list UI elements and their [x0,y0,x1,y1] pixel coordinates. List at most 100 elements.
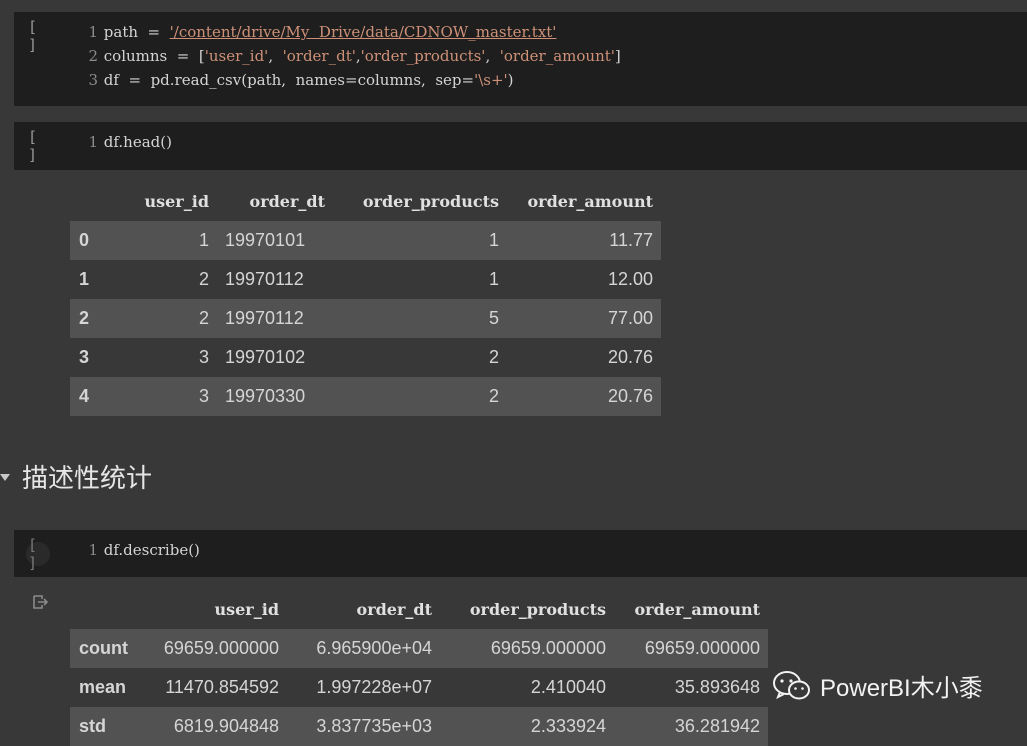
code-token: ] [614,47,621,65]
table-cell: 20.76 [507,377,661,416]
run-cell-button[interactable]: [ ] [28,128,50,164]
line-number: 1 [88,23,98,41]
table-cell: 69659.000000 [614,629,768,668]
code-line: 1 path = '/content/drive/My Drive/data/C… [84,20,621,44]
code-line: 2 columns = ['user_id', 'order_dt','orde… [84,44,621,68]
string-literal: 'order_products' [360,47,486,65]
line-number: 3 [88,71,98,89]
table-cell: 19970112 [217,299,333,338]
code-token: df = pd.read_csv(path, names=columns, se… [103,71,475,89]
table-cell: 2.410040 [440,668,614,707]
code-line: 3 df = pd.read_csv(path, names=columns, … [84,68,621,92]
table-cell: 6.965900e+04 [287,629,440,668]
row-index: count [70,629,146,668]
table-cell: 12.00 [507,260,661,299]
table-cell: 6819.904848 [146,707,287,746]
table-cell: 11.77 [507,221,661,260]
column-header: order_dt [356,599,432,619]
table-cell: 1 [333,221,507,260]
table-cell: 20.76 [507,338,661,377]
table-cell: 2 [333,338,507,377]
row-index: 0 [70,221,108,260]
line-number: 1 [88,541,98,559]
code-token: ) [507,71,514,89]
string-literal: 'user_id' [204,47,269,65]
table-row: 2 2 19970112 5 77.00 [70,299,661,338]
table-cell: 3 [108,377,217,416]
table-cell: 5 [333,299,507,338]
string-literal: 'order_amount' [499,47,615,65]
row-index: mean [70,668,146,707]
column-header [70,181,108,221]
table-cell: 2 [108,260,217,299]
code-token: columns = [ [103,47,205,65]
watermark: PowerBI木小黍 [772,668,983,703]
table-cell: 35.893648 [614,668,768,707]
table-cell: 11470.854592 [146,668,287,707]
dataframe-output: user_id order_dt order_products order_amoun… [70,181,661,416]
table-cell: 69659.000000 [440,629,614,668]
row-index: 1 [70,260,108,299]
table-cell: 3.837735e+03 [287,707,440,746]
row-index: 3 [70,338,108,377]
table-row: 0 1 19970101 1 11.77 [70,221,661,260]
column-header: order_products [469,599,606,619]
table-cell: 36.281942 [614,707,768,746]
code-editor[interactable]: 1 df.describe() [84,538,200,562]
watermark-text: PowerBI木小黍 [820,675,983,702]
code-editor[interactable]: 1 df.head() [84,130,172,154]
table-row: std 6819.904848 3.837735e+03 2.333924 36.281… [70,707,768,746]
table-cell: 19970112 [217,260,333,299]
string-literal: 'order_dt' [282,47,356,65]
table-cell: 19970101 [217,221,333,260]
code-line: df.describe() [103,541,200,559]
run-cell-button[interactable]: [ ] [28,18,50,54]
table-row: 3 3 19970102 2 20.76 [70,338,661,377]
column-header: user_id [144,191,209,211]
code-editor[interactable]: 1 path = '/content/drive/My Drive/data/C… [84,20,621,92]
column-header: user_id [214,599,279,619]
code-token: , [268,47,283,65]
code-token: path = [103,23,170,41]
table-cell: 2 [108,299,217,338]
column-header: order_amount [634,599,760,619]
section-title: 描述性统计 [22,464,153,494]
table-cell: 2.333924 [440,707,614,746]
table-cell: 1 [333,260,507,299]
output-icon[interactable] [32,594,48,610]
row-index: 4 [70,377,108,416]
table-row: 4 3 19970330 2 20.76 [70,377,661,416]
section-heading[interactable]: 描述性统计 [0,458,152,495]
line-number: 1 [88,133,98,151]
table-row: 1 2 19970112 1 12.00 [70,260,661,299]
table-cell: 19970330 [217,377,333,416]
row-index: std [70,707,146,746]
line-number: 2 [88,47,98,65]
table-cell: 1 [108,221,217,260]
code-cell-3[interactable]: [ ] 1 df.describe() [14,530,1027,577]
table-header-row: user_id order_dt order_products order_amoun… [70,181,661,221]
wechat-icon [773,670,810,699]
table-row: mean 11470.854592 1.997228e+07 2.410040 35.8… [70,668,768,707]
code-cell-2[interactable]: [ ] 1 df.head() [14,122,1027,170]
column-header: order_amount [527,191,653,211]
table-cell: 19970102 [217,338,333,377]
column-header: order_products [362,191,499,211]
table-cell: 77.00 [507,299,661,338]
code-line: df.head() [103,133,172,151]
run-cell-button[interactable]: [ ] [28,536,50,572]
column-header [70,589,146,629]
table-cell: 3 [108,338,217,377]
code-cell-1[interactable]: [ ] 1 path = '/content/drive/My Drive/da… [14,12,1027,106]
table-cell: 1.997228e+07 [287,668,440,707]
string-literal[interactable]: '/content/drive/My Drive/data/CDNOW_mast… [170,23,557,41]
table-row: count 69659.000000 6.965900e+04 69659.00000… [70,629,768,668]
column-header: order_dt [249,191,325,211]
describe-output: user_id order_dt order_products order_amoun… [70,589,768,746]
table-header-row: user_id order_dt order_products order_amoun… [70,589,768,629]
row-index: 2 [70,299,108,338]
table-cell: 69659.000000 [146,629,287,668]
caret-down-icon[interactable] [0,474,10,481]
code-token: , [485,47,500,65]
table-cell: 2 [333,377,507,416]
